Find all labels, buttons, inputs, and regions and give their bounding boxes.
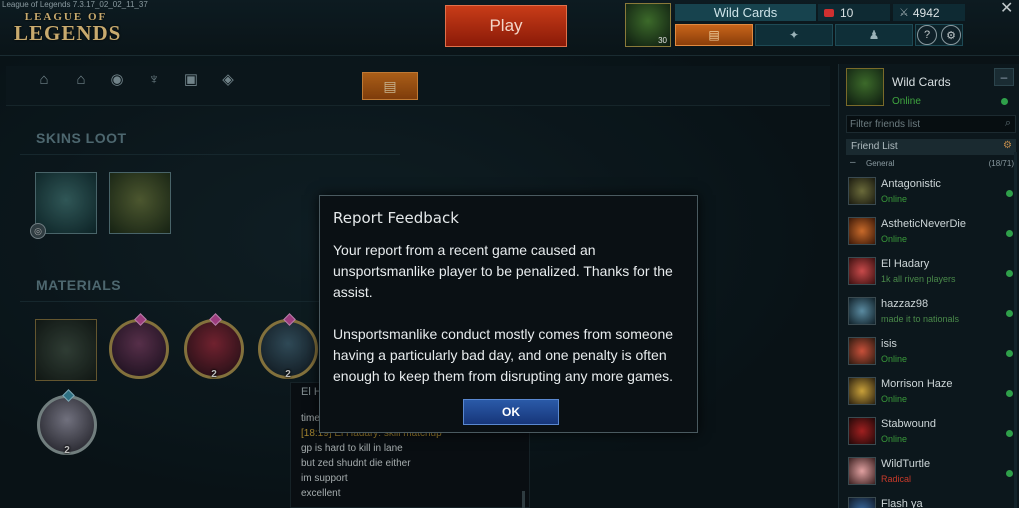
- online-dot: [1006, 230, 1013, 237]
- friend-list-header[interactable]: Friend List ⚙: [846, 139, 1016, 155]
- play-button[interactable]: Play: [445, 5, 567, 47]
- nav-collection-button[interactable]: ✦: [755, 24, 833, 46]
- gear-icon[interactable]: ⚙: [1003, 140, 1012, 151]
- close-icon[interactable]: ✕: [1000, 0, 1013, 18]
- game-logo: LEAGUE OF LEGENDS: [14, 11, 122, 45]
- friend-item[interactable]: hazzaz98 made it to nationals: [846, 294, 1016, 332]
- chest-icon: ▤: [708, 28, 720, 42]
- online-dot: [1006, 270, 1013, 277]
- online-dot: [1001, 98, 1008, 105]
- profile-level: 30: [658, 36, 667, 45]
- top-bar: League of Legends 7.3.17_02_02_11_37 LEA…: [0, 0, 1019, 56]
- sidebar-scrollbar[interactable]: [1014, 152, 1017, 508]
- ok-button[interactable]: OK: [463, 399, 559, 425]
- avatar: [848, 337, 876, 365]
- online-dot: [1006, 430, 1013, 437]
- online-dot: [1006, 470, 1013, 477]
- rp-balance[interactable]: 10: [818, 4, 890, 21]
- person-icon: ♟: [868, 28, 880, 42]
- summoner-name[interactable]: Wild Cards: [675, 4, 816, 21]
- friend-group-general[interactable]: – General (18/71): [846, 157, 1016, 170]
- avatar: [848, 497, 876, 508]
- avatar: [848, 177, 876, 205]
- nav-profile-button[interactable]: ♟: [835, 24, 913, 46]
- collapse-icon: –: [850, 157, 856, 168]
- friend-item[interactable]: Antagonistic Online: [846, 174, 1016, 212]
- friend-item[interactable]: Stabwound Online: [846, 414, 1016, 452]
- influence-points-icon: ⚔: [899, 7, 909, 19]
- friends-filter-input[interactable]: Filter friends list ⌕: [846, 115, 1016, 133]
- rp-value: 10: [840, 5, 854, 20]
- avatar: [846, 68, 884, 106]
- friend-item[interactable]: AstheticNeverDie Online: [846, 214, 1016, 252]
- ip-value: 4942: [912, 5, 940, 20]
- my-status-card[interactable]: Wild Cards Online –: [839, 64, 1019, 112]
- online-dot: [1006, 190, 1013, 197]
- gear-icon[interactable]: ⚙: [941, 25, 961, 45]
- ip-balance[interactable]: ⚔ 4942: [893, 4, 965, 21]
- my-status: Online: [892, 96, 921, 107]
- help-icon[interactable]: ?: [917, 25, 937, 45]
- avatar: [848, 377, 876, 405]
- friend-item[interactable]: WildTurtle Radical: [846, 454, 1016, 492]
- minimize-button[interactable]: –: [994, 68, 1014, 86]
- search-icon: ⌕: [1004, 117, 1011, 129]
- online-dot: [1006, 350, 1013, 357]
- dialog-body: Your report from a recent game caused an…: [333, 240, 685, 408]
- online-dot: [1006, 310, 1013, 317]
- friend-item[interactable]: Morrison Haze Online: [846, 374, 1016, 412]
- avatar: [848, 417, 876, 445]
- my-name: Wild Cards: [892, 75, 951, 89]
- avatar: [848, 457, 876, 485]
- nav-loot-button[interactable]: ▤: [675, 24, 753, 46]
- riot-points-icon: [824, 8, 834, 17]
- avatar: [848, 297, 876, 325]
- friends-sidebar: Wild Cards Online – Filter friends list …: [838, 64, 1019, 508]
- friend-item[interactable]: El Hadary 1k all riven players: [846, 254, 1016, 292]
- header-nav: ▤ ✦ ♟ ? ⚙: [675, 24, 963, 46]
- friend-item[interactable]: Flash ya: [846, 494, 1016, 508]
- dialog-paragraph: Unsportsmanlike conduct mostly comes fro…: [333, 326, 674, 384]
- avatar: [848, 217, 876, 245]
- dialog-title: Report Feedback: [333, 209, 459, 227]
- friend-item[interactable]: isis Online: [846, 334, 1016, 372]
- online-dot: [1006, 390, 1013, 397]
- nav-utility-group: ? ⚙: [915, 24, 963, 46]
- report-feedback-dialog: Report Feedback Your report from a recen…: [319, 195, 698, 433]
- collection-icon: ✦: [788, 28, 800, 42]
- avatar: [848, 257, 876, 285]
- window-title: League of Legends 7.3.17_02_02_11_37: [2, 0, 148, 9]
- profile-icon[interactable]: 30: [625, 3, 671, 47]
- dialog-paragraph: Your report from a recent game caused an…: [333, 242, 673, 300]
